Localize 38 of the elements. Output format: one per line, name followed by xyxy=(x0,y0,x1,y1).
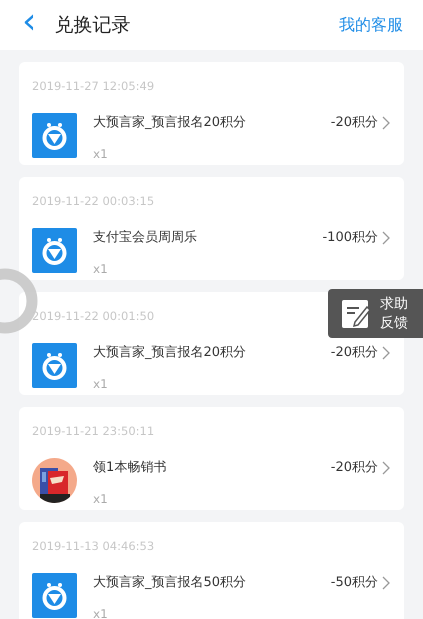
points-text: -20积分 xyxy=(330,114,378,132)
chevron-icon xyxy=(382,576,390,590)
item-name: 领1本畅销书 xyxy=(93,459,168,477)
record-card[interactable]: 2019-11-22 00:03:15 支付宝会员周周乐 x1 -100积分 xyxy=(19,177,404,280)
points-text: -20积分 xyxy=(330,344,378,362)
item-name: 支付宝会员周周乐 xyxy=(93,229,198,247)
points-text: -100积分 xyxy=(322,229,378,247)
item-quantity: x1 xyxy=(93,606,109,619)
points-text: -20积分 xyxy=(330,459,378,477)
app-icon xyxy=(32,573,77,618)
record-time: 2019-11-21 23:50:11 xyxy=(32,423,154,440)
record-card[interactable]: 2019-11-13 04:46:53 大预言家_预言报名50积分 x1 -50积分 xyxy=(19,522,404,619)
page-title: 兑换记录 xyxy=(54,12,130,38)
chevron-icon xyxy=(382,116,390,130)
item-name: 大预言家_预言报名50积分 xyxy=(93,574,248,592)
record-time: 2019-11-13 04:46:53 xyxy=(32,538,154,555)
item-name: 大预言家_预言报名20积分 xyxy=(93,344,248,362)
points-text: -50积分 xyxy=(330,574,378,592)
app-icon xyxy=(32,113,77,158)
record-time: 2019-11-22 00:01:50 xyxy=(32,308,154,325)
item-quantity: x1 xyxy=(93,376,109,392)
item-quantity: x1 xyxy=(93,146,109,162)
item-name: 大预言家_预言报名20积分 xyxy=(93,114,248,132)
chevron-icon xyxy=(382,460,390,475)
back-button[interactable]: ‹ xyxy=(18,4,40,40)
item-quantity: x1 xyxy=(93,260,109,278)
record-card[interactable]: 2019-11-21 23:50:11 领1本畅销书 x1 -20积分 xyxy=(19,407,404,510)
help-feedback-button[interactable]: 求助反馈 xyxy=(328,289,423,338)
app-icon xyxy=(32,343,77,388)
record-time: 2019-11-27 12:05:49 xyxy=(32,78,154,95)
app-icon xyxy=(32,228,77,273)
customer-service-link[interactable]: 我的客服 xyxy=(339,13,403,37)
record-card[interactable]: 2019-11-27 12:05:49 大预言家_预言报名20积分 x1 -20积分 xyxy=(19,62,404,165)
record-time: 2019-11-22 00:03:15 xyxy=(32,193,154,210)
chevron-icon xyxy=(382,346,390,360)
chevron-icon xyxy=(382,230,390,245)
item-quantity: x1 xyxy=(93,490,109,508)
edit-icon xyxy=(341,298,371,328)
